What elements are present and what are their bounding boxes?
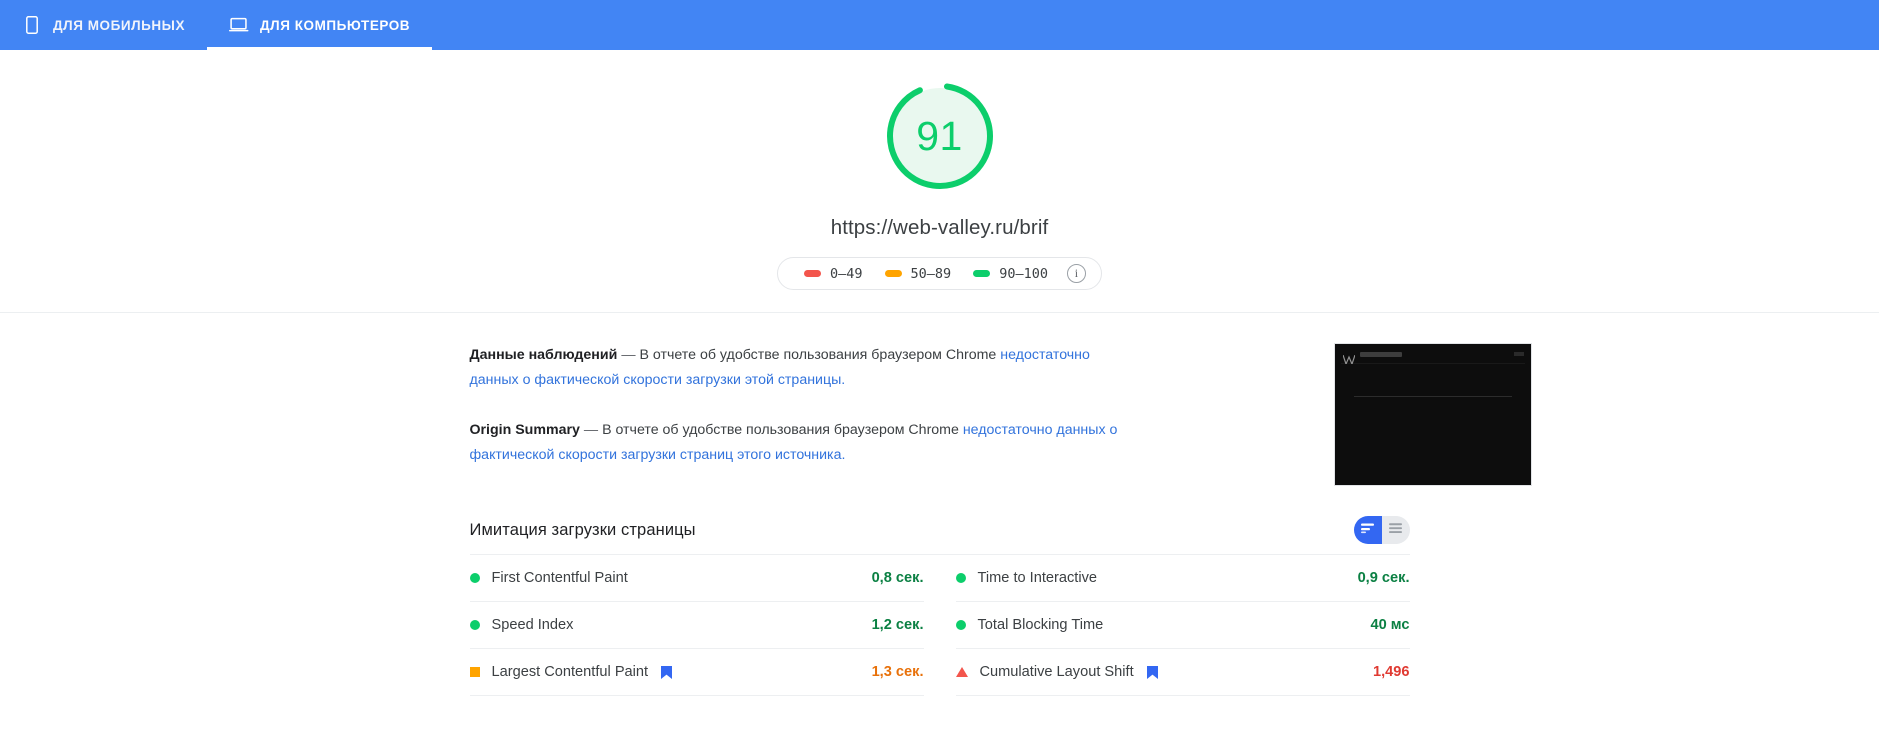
legend-label-poor: 0–49 [830,265,863,282]
metric-name: Cumulative Layout Shift [979,664,1134,680]
tab-mobile[interactable]: ДЛЯ МОБИЛЬНЫХ [0,0,207,50]
metrics-header: Имитация загрузки страницы [470,516,1410,544]
metrics-title: Имитация загрузки страницы [469,520,696,539]
metric-name: Largest Contentful Paint [491,664,649,680]
device-tab-bar: ДЛЯ МОБИЛЬНЫХ ДЛЯ КОМПЬЮТЕРОВ [0,0,1879,50]
thumbnail-top-bar [1340,363,1525,364]
metric-row[interactable]: Total Blocking Time 40 мс [955,602,1410,649]
status-triangle-red-icon [955,667,968,677]
tab-desktop-label: ДЛЯ КОМПЬЮТЕРОВ [260,17,411,33]
site-logo-icon [1341,351,1356,366]
orange-bar-icon [884,270,902,277]
status-square-orange-icon [469,667,480,677]
toggle-bars-view[interactable] [1353,516,1382,544]
status-dot-green-icon [469,620,480,630]
metric-value: 0,9 сек. [1357,570,1410,586]
observed-data-block: Данные наблюдений — В отчете об удобстве п… [470,343,1130,393]
legend-item-poor: 0–49 [793,266,874,282]
info-icon[interactable]: i [1066,264,1086,283]
metric-name: Total Blocking Time [977,617,1104,633]
legend-item-average: 50–89 [874,266,963,282]
metric-name: First Contentful Paint [491,570,628,586]
observed-data-text: В отчете об удобстве пользования браузер… [639,347,1001,363]
origin-summary-dash: — [583,422,599,438]
status-dot-green-icon [469,573,480,583]
status-dot-green-icon [955,620,966,630]
observed-data-dash: — [621,347,636,363]
metrics-view-toggle[interactable] [1353,516,1410,544]
score-hero: 91 https://web-valley.ru/brif 0–49 50–89… [0,50,1879,313]
green-bar-icon [973,270,991,277]
mobile-icon [22,15,42,35]
metric-name: Speed Index [491,617,574,633]
metric-row[interactable]: Cumulative Layout Shift 1,496 [955,649,1410,696]
page-url: https://web-valley.ru/brif [830,216,1049,239]
metric-row[interactable]: Largest Contentful Paint 1,3 сек. [469,649,924,696]
metric-value: 1,496 [1372,664,1410,680]
observed-data-title: Данные наблюдений [469,347,618,363]
core-web-vital-flag-icon [1146,665,1158,679]
metric-left: Largest Contentful Paint [469,664,860,680]
metric-row[interactable]: Time to Interactive 0,9 сек. [955,555,1410,602]
tab-desktop[interactable]: ДЛЯ КОМПЬЮТЕРОВ [207,0,433,50]
origin-summary-title: Origin Summary [469,422,580,438]
metric-value: 1,2 сек. [871,617,924,633]
toggle-list-view[interactable] [1381,516,1410,544]
origin-summary-block: Origin Summary — В отчете об удобстве поль… [470,418,1130,468]
performance-score-gauge: 91 [880,76,1000,196]
metric-left: Time to Interactive [955,570,1346,586]
origin-summary-text: В отчете об удобстве пользования браузер… [602,422,963,438]
tab-mobile-label: ДЛЯ МОБИЛЬНЫХ [53,17,185,33]
metric-row[interactable]: First Contentful Paint 0,8 сек. [469,555,924,602]
legend-label-good: 90–100 [999,265,1048,282]
report-inner: Данные наблюдений — В отчете об удобстве п… [469,343,1532,696]
status-dot-green-icon [955,573,966,583]
metrics-grid: First Contentful Paint 0,8 сек. Time to … [469,554,1410,696]
report-body: Данные наблюдений — В отчете об удобстве п… [0,313,1879,696]
thumbnail-divider [1353,396,1512,397]
thumbnail-corner-mark [1513,352,1524,356]
metric-value: 0,8 сек. [871,570,924,586]
observed-data-line: Данные наблюдений — В отчете об удобстве п… [470,343,1130,393]
metric-left: Cumulative Layout Shift [955,664,1361,680]
legend-wrap: 0–49 50–89 90–100 i [0,257,1879,290]
metric-left: Speed Index [469,617,860,633]
score-gauge-wrap: 91 [0,76,1879,196]
core-web-vital-flag-icon [661,665,673,679]
metric-name: Time to Interactive [977,570,1098,586]
score-legend: 0–49 50–89 90–100 i [777,257,1102,290]
desktop-icon [229,15,249,35]
red-bar-icon [804,270,822,277]
list-lines-icon [1388,521,1403,539]
metric-left: First Contentful Paint [469,570,860,586]
metric-row[interactable]: Speed Index 1,2 сек. [469,602,924,649]
legend-item-good: 90–100 [962,266,1059,282]
legend-label-average: 50–89 [910,265,952,282]
score-value: 91 [916,112,963,159]
bar-chart-icon [1360,521,1375,539]
metric-value: 40 мс [1370,617,1410,633]
thumbnail-logo-text [1359,352,1402,357]
metric-left: Total Blocking Time [955,617,1359,633]
metric-value: 1,3 сек. [871,664,924,680]
origin-summary-line: Origin Summary — В отчете об удобстве поль… [470,418,1130,468]
page-screenshot-thumbnail [1333,343,1532,486]
